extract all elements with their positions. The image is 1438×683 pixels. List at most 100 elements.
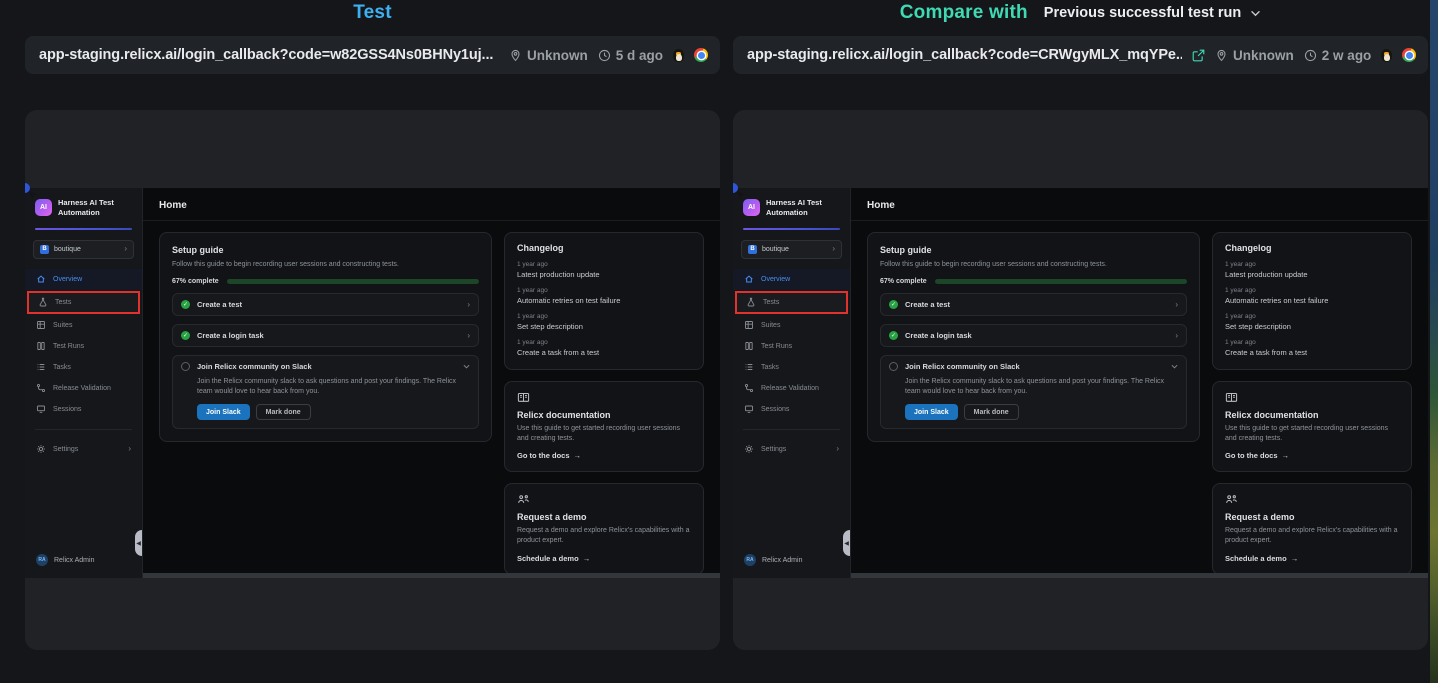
check-circle-icon: ✓ [181, 300, 190, 309]
sidebar-item-overview[interactable]: Overview [733, 269, 850, 290]
mark-done-button[interactable]: Mark done [256, 404, 311, 420]
sidebar-item-settings[interactable]: Settings › [733, 439, 850, 460]
harness-logo: AI [743, 199, 760, 216]
setup-step-join-slack: Join Relicx community on Slack Join the … [172, 355, 479, 429]
join-slack-button[interactable]: Join Slack [905, 404, 958, 420]
compare-url: app-staging.relicx.ai/login_callback?cod… [747, 47, 1182, 63]
chevron-right-icon: › [467, 301, 470, 309]
setup-step-create-login-task[interactable]: ✓ Create a login task › [172, 324, 479, 347]
setup-step-create-login-task[interactable]: ✓ Create a login task › [880, 324, 1187, 347]
sidebar-item-sessions[interactable]: Sessions [733, 399, 850, 420]
changelog-card: Changelog 1 year ago Latest production u… [1212, 232, 1412, 370]
join-slack-button[interactable]: Join Slack [197, 404, 250, 420]
house-icon [744, 274, 754, 284]
list-icon [36, 362, 46, 372]
schedule-demo-link[interactable]: Schedule a demo → [1225, 554, 1399, 563]
screen-icon [36, 404, 46, 414]
mark-done-button[interactable]: Mark done [964, 404, 1019, 420]
go-to-docs-link[interactable]: Go to the docs → [517, 451, 691, 460]
app-main: Home Setup guide Follow this guide to be… [851, 188, 1428, 578]
sidebar-item-release-validation[interactable]: Release Validation [25, 378, 142, 399]
sidebar-item-overview[interactable]: Overview [25, 269, 142, 290]
join-slack-header[interactable]: Join Relicx community on Slack [889, 362, 1178, 371]
check-circle-icon: ✓ [889, 331, 898, 340]
sidebar-collapse-handle[interactable]: ◀ [135, 530, 142, 556]
unchecked-circle-icon [889, 362, 898, 371]
user-menu[interactable]: RA Relicx Admin [733, 544, 850, 578]
setup-guide-title: Setup guide [880, 245, 1187, 255]
sidebar-item-test-runs[interactable]: Test Runs [25, 336, 142, 357]
join-slack-header[interactable]: Join Relicx community on Slack [181, 362, 470, 371]
documentation-body: Use this guide to get started recording … [517, 424, 691, 444]
sidebar-item-suites[interactable]: Suites [733, 315, 850, 336]
external-link-icon[interactable] [1192, 49, 1205, 62]
columns-icon [36, 341, 46, 351]
unchecked-circle-icon [181, 362, 190, 371]
chevron-down-icon [1250, 10, 1261, 17]
changelog-entry: 1 year ago Create a task from a test [517, 339, 691, 357]
project-selector[interactable]: B boutique › [741, 240, 842, 259]
sidebar-item-suites[interactable]: Suites [25, 315, 142, 336]
comparison-view: Test app-staging.relicx.ai/login_callbac… [0, 0, 1438, 683]
sidebar-item-settings[interactable]: Settings › [25, 439, 142, 460]
setup-step-join-slack: Join Relicx community on Slack Join the … [880, 355, 1187, 429]
people-icon [517, 494, 691, 507]
baseline-column: Test app-staging.relicx.ai/login_callbac… [25, 0, 720, 683]
sidebar-item-release-validation[interactable]: Release Validation [733, 378, 850, 399]
go-to-docs-link[interactable]: Go to the docs → [1225, 451, 1399, 460]
changelog-entry: 1 year ago Latest production update [1225, 261, 1399, 279]
clock-icon [1304, 49, 1317, 62]
user-menu[interactable]: RA Relicx Admin [25, 544, 142, 578]
join-slack-description: Join the Relicx community slack to ask q… [905, 377, 1178, 397]
linux-icon [673, 49, 684, 62]
gear-icon [744, 444, 754, 454]
brand-header: AI Harness AI Test Automation [25, 188, 142, 226]
arrow-right-icon: → [574, 451, 582, 460]
clock-icon [598, 49, 611, 62]
sidebar-item-tasks[interactable]: Tasks [733, 357, 850, 378]
horizontal-scrollbar[interactable] [851, 573, 1428, 578]
brand-name: Harness AI Test Automation [766, 198, 840, 218]
documentation-title: Relicx documentation [1225, 410, 1399, 420]
sidebar-item-tasks[interactable]: Tasks [25, 357, 142, 378]
horizontal-scrollbar[interactable] [143, 573, 720, 578]
avatar: RA [744, 554, 756, 566]
setup-step-create-test[interactable]: ✓ Create a test › [172, 293, 479, 316]
request-demo-card: Request a demo Request a demo and explor… [1212, 483, 1412, 574]
setup-step-create-test[interactable]: ✓ Create a test › [880, 293, 1187, 316]
list-icon [744, 362, 754, 372]
changelog-entry: 1 year ago Latest production update [517, 261, 691, 279]
compare-run-selector[interactable]: Previous successful test run [1044, 5, 1261, 21]
schedule-demo-link[interactable]: Schedule a demo → [517, 554, 691, 563]
changelog-entry: 1 year ago Automatic retries on test fai… [1225, 287, 1399, 305]
sidebar-item-tests[interactable]: Tests [27, 291, 140, 314]
changelog-entry: 1 year ago Create a task from a test [1225, 339, 1399, 357]
page-title: Home [867, 200, 895, 211]
sidebar-item-tests[interactable]: Tests [735, 291, 848, 314]
project-name: boutique [54, 246, 119, 253]
arrow-right-icon: → [1291, 554, 1299, 563]
sidebar-item-test-runs[interactable]: Test Runs [733, 336, 850, 357]
desktop-wallpaper-edge [1430, 0, 1438, 683]
chevron-right-icon: › [1175, 301, 1178, 309]
baseline-title: Test [353, 2, 391, 24]
sidebar-collapse-handle[interactable]: ◀ [843, 530, 850, 556]
brand-divider [35, 228, 132, 230]
baseline-location: Unknown [509, 48, 588, 63]
project-selector[interactable]: B boutique › [33, 240, 134, 259]
chrome-icon [1402, 48, 1416, 62]
changelog-entry: 1 year ago Set step description [1225, 313, 1399, 331]
progress-bar [227, 279, 479, 284]
book-icon [1225, 392, 1399, 405]
harness-logo: AI [35, 199, 52, 216]
documentation-card: Relicx documentation Use this guide to g… [504, 381, 704, 472]
request-demo-body: Request a demo and explore Relicx's capa… [1225, 526, 1399, 546]
grid-icon [744, 320, 754, 330]
request-demo-body: Request a demo and explore Relicx's capa… [517, 526, 691, 546]
brand-header: AI Harness AI Test Automation [733, 188, 850, 226]
page-title: Home [159, 200, 187, 211]
user-name: Relicx Admin [762, 557, 802, 564]
changelog-card: Changelog 1 year ago Latest production u… [504, 232, 704, 370]
sidebar-item-sessions[interactable]: Sessions [25, 399, 142, 420]
columns-icon [744, 341, 754, 351]
